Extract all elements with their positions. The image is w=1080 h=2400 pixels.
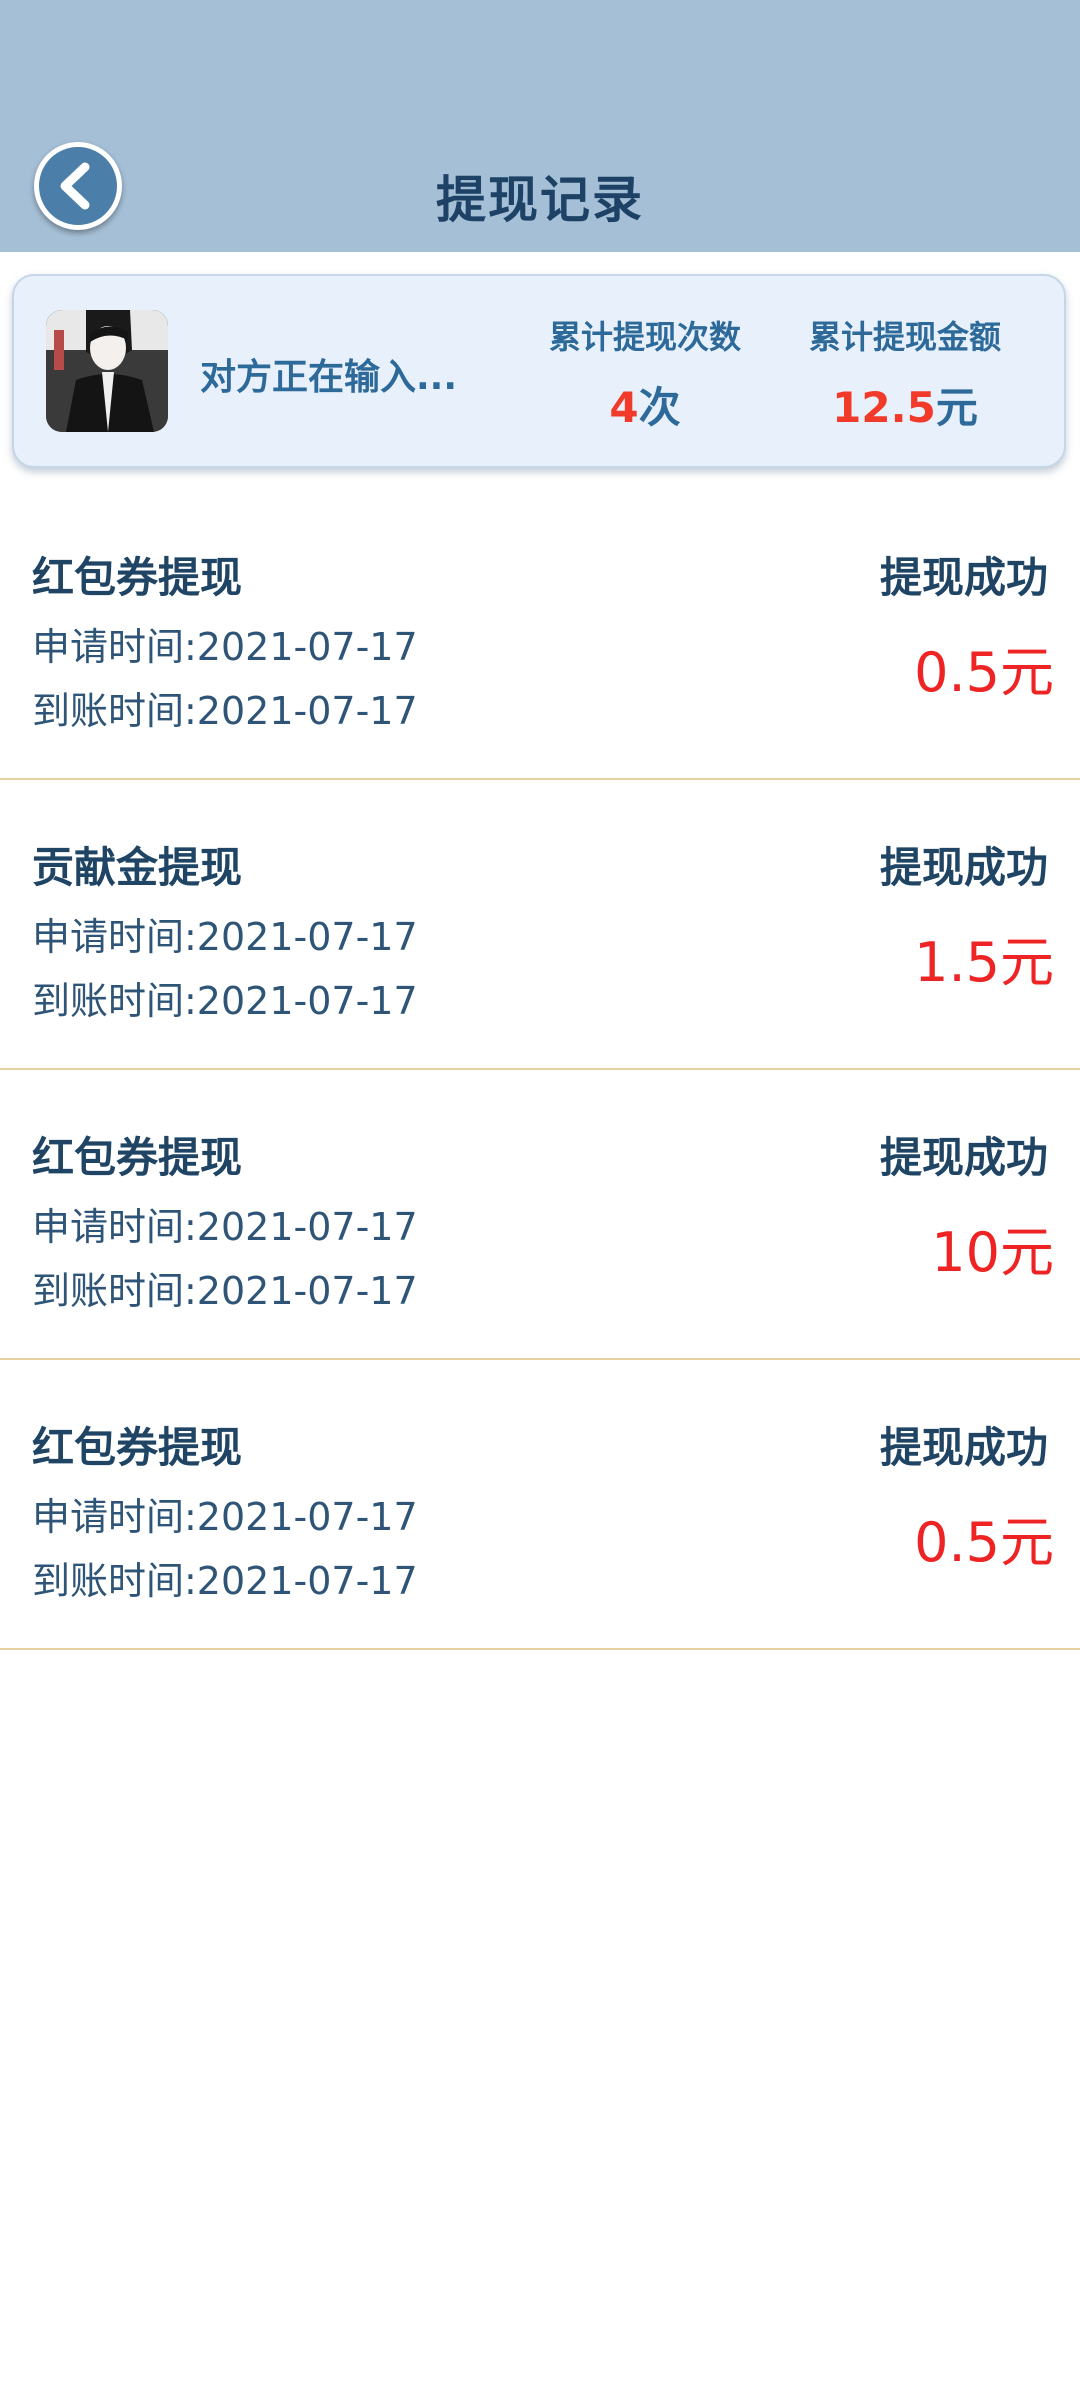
record-amount: 10元 xyxy=(931,1221,1054,1284)
record-arrive-time: 到账时间:2021-07-17 xyxy=(32,1269,418,1313)
avatar-image xyxy=(46,310,168,432)
record-status: 提现成功 xyxy=(879,1423,1048,1472)
total-count-stat: 累计提现次数 4次 xyxy=(530,312,760,435)
withdraw-record-item[interactable]: 贡献金提现 提现成功 申请时间:2021-07-17 到账时间:2021-07-… xyxy=(0,780,1080,1070)
withdraw-record-item[interactable]: 红包券提现 提现成功 申请时间:2021-07-17 到账时间:2021-07-… xyxy=(0,1360,1080,1650)
page-title: 提现记录 xyxy=(436,171,644,229)
record-type: 贡献金提现 xyxy=(32,843,243,892)
record-status: 提现成功 xyxy=(879,843,1048,892)
total-count-value: 4次 xyxy=(530,374,760,435)
record-apply-time: 申请时间:2021-07-17 xyxy=(32,1495,418,1539)
record-arrive-time: 到账时间:2021-07-17 xyxy=(32,1559,418,1603)
withdraw-record-item[interactable]: 红包券提现 提现成功 申请时间:2021-07-17 到账时间:2021-07-… xyxy=(0,1070,1080,1360)
record-arrive-time: 到账时间:2021-07-17 xyxy=(32,979,418,1023)
summary-card: 对方正在输入... 累计提现次数 4次 累计提现金额 12.5元 xyxy=(12,274,1066,468)
record-apply-time: 申请时间:2021-07-17 xyxy=(32,625,418,669)
record-apply-time: 申请时间:2021-07-17 xyxy=(32,915,418,959)
total-amount-stat: 累计提现金额 12.5元 xyxy=(790,312,1020,435)
user-nickname: 对方正在输入... xyxy=(200,357,458,398)
total-count-label: 累计提现次数 xyxy=(548,318,741,356)
record-amount: 1.5元 xyxy=(914,931,1054,994)
record-status: 提现成功 xyxy=(879,553,1048,602)
record-amount: 0.5元 xyxy=(914,641,1054,704)
total-amount-unit: 元 xyxy=(935,383,978,432)
record-type: 红包券提现 xyxy=(32,1133,243,1182)
record-arrive-time: 到账时间:2021-07-17 xyxy=(32,689,418,733)
total-count-number: 4 xyxy=(609,383,639,432)
withdraw-record-list: 红包券提现 提现成功 申请时间:2021-07-17 到账时间:2021-07-… xyxy=(0,490,1080,1650)
total-count-unit: 次 xyxy=(638,383,681,432)
record-type: 红包券提现 xyxy=(32,1423,243,1472)
withdraw-record-item[interactable]: 红包券提现 提现成功 申请时间:2021-07-17 到账时间:2021-07-… xyxy=(0,490,1080,780)
total-amount-number: 12.5 xyxy=(832,383,936,432)
record-status: 提现成功 xyxy=(879,1133,1048,1182)
record-type: 红包券提现 xyxy=(32,553,243,602)
record-amount: 0.5元 xyxy=(914,1511,1054,1574)
avatar[interactable] xyxy=(46,310,168,432)
withdraw-records-page: 提现记录 对方正在输入... 累计提现次数 4次 累计提现金额 12.5元 红包… xyxy=(0,0,1080,2400)
total-amount-label: 累计提现金额 xyxy=(808,318,1001,356)
record-apply-time: 申请时间:2021-07-17 xyxy=(32,1205,418,1249)
total-amount-value: 12.5元 xyxy=(790,374,1020,435)
top-header: 提现记录 xyxy=(0,0,1080,252)
